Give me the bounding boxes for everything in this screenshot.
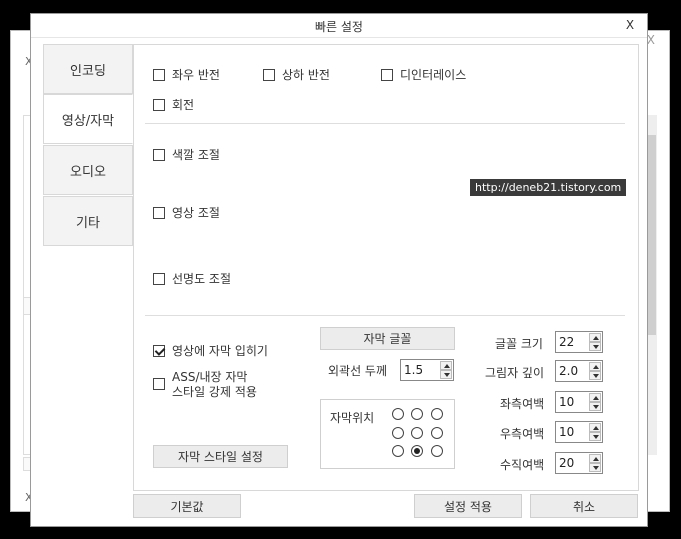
- tab-other[interactable]: 기타: [43, 196, 133, 246]
- ass-style-force-checkbox[interactable]: ASS/내장 자막 스타일 강제 적용: [153, 370, 257, 400]
- spinner-value[interactable]: 10: [559, 395, 574, 409]
- checkbox-label: 디인터레이스: [400, 68, 467, 82]
- separator: [145, 315, 625, 316]
- video-subtitle-panel: 좌우 반전 상하 반전 디인터레이스 회전 색깔 조절 영상 조절 선명도 조절…: [133, 44, 639, 491]
- right-margin-spinner[interactable]: 10: [555, 421, 603, 443]
- subtitle-style-button[interactable]: 자막 스타일 설정: [153, 445, 288, 468]
- vertical-margin-spinner[interactable]: 20: [555, 452, 603, 474]
- spinner-value[interactable]: 20: [559, 456, 574, 470]
- outline-thickness-label: 외곽선 두께: [328, 364, 388, 378]
- spinner-up-icon[interactable]: [440, 361, 452, 370]
- spinner-up-icon[interactable]: [589, 333, 601, 342]
- default-button[interactable]: 기본값: [133, 494, 241, 518]
- background-close-icon[interactable]: X: [647, 33, 655, 47]
- tab-label: 기타: [76, 215, 100, 231]
- spinner-down-icon[interactable]: [589, 432, 601, 441]
- spinner-up-icon[interactable]: [589, 454, 601, 463]
- font-size-spinner[interactable]: 22: [555, 331, 603, 353]
- checkbox-label: 회전: [172, 98, 195, 112]
- vertical-margin-label: 수직여백: [500, 458, 545, 472]
- checkbox-box[interactable]: [153, 148, 165, 161]
- checkbox-label: 상하 반전: [282, 68, 330, 82]
- spinner-value[interactable]: 10: [559, 425, 574, 439]
- title-bar[interactable]: 빠른 설정 X: [31, 14, 647, 38]
- right-margin-label: 우측여백: [500, 427, 545, 441]
- tab-label: 오디오: [70, 164, 106, 180]
- checkbox-box[interactable]: [153, 378, 165, 390]
- position-middle-left-radio[interactable]: [392, 427, 404, 439]
- subtitle-position-box: 자막위치: [320, 399, 455, 469]
- position-top-center-radio[interactable]: [411, 408, 423, 420]
- flip-horizontal-checkbox[interactable]: 좌우 반전: [153, 66, 220, 83]
- tab-encoding[interactable]: 인코딩: [43, 44, 133, 94]
- quick-settings-dialog: 빠른 설정 X 인코딩 영상/자막 오디오 기타 좌우 반전 상하 반전 디인터…: [30, 13, 648, 527]
- subtitle-position-label: 자막위치: [330, 411, 375, 425]
- outline-thickness-spinner[interactable]: 1.5: [400, 359, 454, 381]
- position-bottom-right-radio[interactable]: [431, 445, 443, 457]
- tab-label: 인코딩: [70, 63, 106, 79]
- position-middle-right-radio[interactable]: [431, 427, 443, 439]
- left-margin-spinner[interactable]: 10: [555, 391, 603, 413]
- checkbox-label: 좌우 반전: [172, 68, 220, 82]
- spinner-value[interactable]: 22: [559, 335, 574, 349]
- checkbox-box[interactable]: [153, 344, 165, 357]
- watermark-url: http://deneb21.tistory.com: [470, 179, 627, 196]
- spinner-value[interactable]: 1.5: [404, 363, 423, 377]
- checkbox-label: 선명도 조절: [172, 272, 232, 286]
- position-middle-center-radio[interactable]: [411, 427, 423, 439]
- checkbox-box[interactable]: [153, 206, 165, 219]
- spinner-down-icon[interactable]: [589, 402, 601, 411]
- checkbox-label-line: ASS/내장 자막: [172, 370, 248, 384]
- spinner-value[interactable]: 2.0: [559, 364, 578, 378]
- sharpness-adjust-checkbox[interactable]: 선명도 조절: [153, 270, 231, 287]
- shadow-depth-label: 그림자 깊이: [485, 366, 545, 380]
- checkbox-label: 색깔 조절: [172, 148, 220, 162]
- checkbox-label: 영상에 자막 입히기: [172, 344, 268, 358]
- spinner-up-icon[interactable]: [589, 362, 601, 371]
- checkbox-box[interactable]: [381, 68, 393, 81]
- spinner-up-icon[interactable]: [589, 423, 601, 432]
- flip-vertical-checkbox[interactable]: 상하 반전: [263, 66, 330, 83]
- tab-label: 영상/자막: [61, 113, 115, 129]
- color-adjust-checkbox[interactable]: 색깔 조절: [153, 146, 220, 163]
- position-top-right-radio[interactable]: [431, 408, 443, 420]
- background-scrollbar-thumb[interactable]: [648, 135, 656, 335]
- spinner-down-icon[interactable]: [589, 463, 601, 472]
- dialog-title: 빠른 설정: [315, 20, 363, 34]
- checkbox-label: ASS/내장 자막 스타일 강제 적용: [172, 370, 257, 400]
- checkbox-label-line: 스타일 강제 적용: [172, 385, 257, 399]
- checkbox-box[interactable]: [153, 98, 165, 111]
- shadow-depth-spinner[interactable]: 2.0: [555, 360, 603, 382]
- spinner-down-icon[interactable]: [589, 342, 601, 351]
- checkbox-label: 영상 조절: [172, 206, 220, 220]
- rotate-checkbox[interactable]: 회전: [153, 96, 194, 113]
- close-icon[interactable]: X: [623, 18, 637, 32]
- video-adjust-checkbox[interactable]: 영상 조절: [153, 204, 220, 221]
- spinner-down-icon[interactable]: [440, 370, 452, 379]
- burn-in-subtitle-checkbox[interactable]: 영상에 자막 입히기: [153, 342, 268, 359]
- subtitle-font-button[interactable]: 자막 글꼴: [320, 327, 455, 350]
- position-bottom-center-radio[interactable]: [411, 445, 423, 457]
- checkbox-box[interactable]: [263, 68, 275, 81]
- position-bottom-left-radio[interactable]: [392, 445, 404, 457]
- spinner-down-icon[interactable]: [589, 371, 601, 380]
- separator: [145, 123, 625, 124]
- checkbox-box[interactable]: [153, 272, 165, 285]
- tab-audio[interactable]: 오디오: [43, 145, 133, 195]
- position-top-left-radio[interactable]: [392, 408, 404, 420]
- apply-settings-button[interactable]: 설정 적용: [414, 494, 522, 518]
- cancel-button[interactable]: 취소: [530, 494, 638, 518]
- deinterlace-checkbox[interactable]: 디인터레이스: [381, 66, 466, 83]
- checkbox-box[interactable]: [153, 68, 165, 81]
- left-margin-label: 좌측여백: [500, 397, 545, 411]
- tab-video-subtitle[interactable]: 영상/자막: [43, 94, 133, 144]
- font-size-label: 글꼴 크기: [495, 337, 543, 351]
- spinner-up-icon[interactable]: [589, 393, 601, 402]
